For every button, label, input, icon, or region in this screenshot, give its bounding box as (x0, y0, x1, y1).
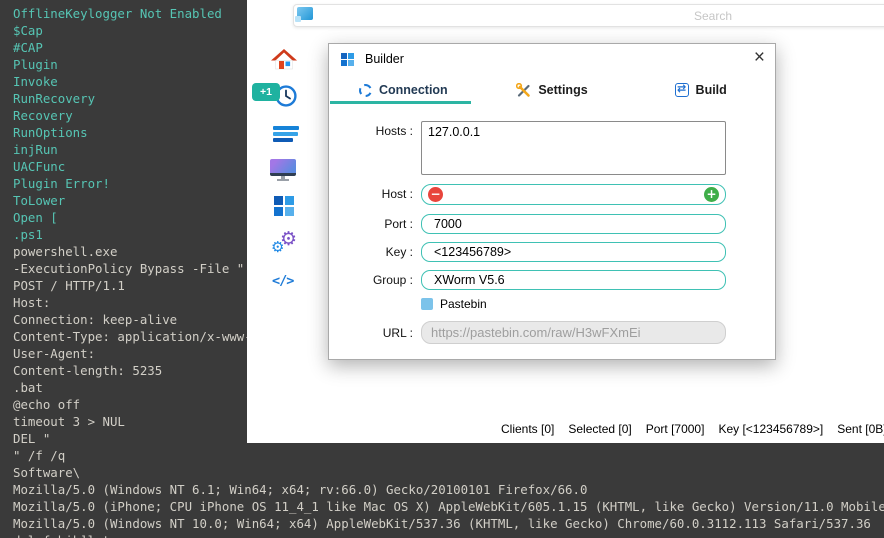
group-input[interactable] (421, 270, 726, 290)
status-item: Key [<123456789>] (718, 422, 824, 436)
url-input[interactable] (421, 321, 726, 344)
status-item: Sent [0B] (837, 422, 884, 436)
sidebar-item-modules[interactable] (274, 196, 294, 216)
bars-icon (273, 126, 299, 142)
sidebar-item-code[interactable]: </> (272, 272, 294, 290)
port-input[interactable] (421, 214, 726, 234)
host-input[interactable]: − + (421, 184, 726, 205)
remove-host-button[interactable]: − (428, 187, 443, 202)
tab-connection-label: Connection (378, 83, 448, 97)
tab-build-label: Build (695, 83, 727, 97)
console-line: " /f /q (13, 448, 66, 463)
add-host-button[interactable]: + (704, 187, 719, 202)
sidebar-item-screens[interactable] (270, 159, 296, 181)
code-icon: </> (272, 273, 294, 289)
console-line: Software\ (13, 465, 81, 480)
console-line: Mozilla/5.0 (iPhone; CPU iPhone OS 11_4_… (13, 499, 884, 514)
dialog-title: Builder (365, 52, 404, 66)
tab-settings-label: Settings (538, 83, 588, 97)
hosts-label: Hosts : (375, 124, 413, 138)
status-item: Port [7000] (645, 422, 705, 436)
monitor-icon (270, 159, 296, 181)
console-line: Mozilla/5.0 (Windows NT 6.1; Win64; x64;… (13, 482, 588, 497)
tools-icon (516, 82, 531, 97)
status-item: Clients [0] (501, 422, 555, 436)
port-label: Port : (384, 217, 413, 231)
blocks-icon (274, 196, 294, 216)
tab-settings[interactable]: Settings (478, 78, 627, 102)
search-input[interactable] (293, 4, 884, 27)
dialog-tabs: Connection Settings ⇄ Build (329, 78, 775, 102)
tab-build[interactable]: ⇄ Build (626, 78, 775, 102)
host-label: Host : (381, 187, 413, 201)
notification-badge: +1 (252, 83, 280, 101)
sync-circle-icon (358, 83, 372, 97)
close-icon[interactable]: × (754, 46, 765, 70)
status-bar: Clients [0] Selected [0] Port [7000] Key [<… (494, 415, 884, 443)
active-tab-underline (330, 101, 471, 104)
url-label: URL : (382, 326, 413, 340)
console-line: del f.bik]l t (13, 532, 884, 538)
group-label: Group : (372, 273, 413, 287)
sidebar-item-recent[interactable]: +1 (247, 0, 307, 115)
builder-logo-icon (341, 53, 354, 66)
key-label: Key : (385, 245, 413, 259)
pastebin-checkbox[interactable] (421, 298, 433, 310)
tab-connection[interactable]: Connection (329, 78, 478, 102)
status-item: Selected [0] (568, 422, 632, 436)
pastebin-label: Pastebin (440, 297, 487, 311)
sidebar-item-tasks[interactable] (273, 126, 299, 144)
transfer-icon: ⇄ (674, 83, 689, 97)
console-line: Mozilla/5.0 (Windows NT 10.0; Win64; x64… (13, 516, 871, 531)
key-input[interactable] (421, 242, 726, 262)
builder-dialog: Builder × Connection Settings ⇄ Build Ho… (328, 43, 776, 360)
hosts-textarea[interactable]: 127.0.0.1 (421, 121, 726, 175)
sidebar-item-settings[interactable]: ⚙ ⚙ (271, 228, 297, 259)
